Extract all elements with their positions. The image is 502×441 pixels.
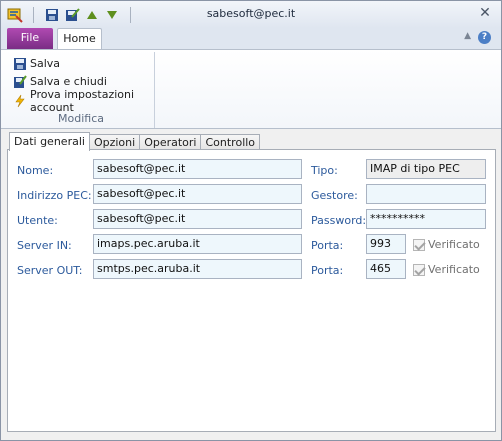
salva-e-chiudi-label: Salva e chiudi — [30, 75, 107, 88]
password-label: Password: — [311, 214, 367, 227]
server-out-field[interactable]: smtps.pec.aruba.it — [93, 259, 302, 279]
save-close-icon — [13, 74, 27, 89]
app-window: sabesoft@pec.it ✕ File Home ▲ ? Salva Sa… — [0, 0, 502, 441]
prova-impostazioni-button[interactable]: Prova impostazioni account — [13, 88, 154, 114]
content-area: Dati generali Opzioni Operatori Controll… — [1, 129, 501, 440]
porta-in-label: Porta: — [311, 239, 344, 252]
server-in-field[interactable]: imaps.pec.aruba.it — [93, 234, 302, 254]
verificato-out-label: Verificato — [428, 263, 480, 276]
title-bar: sabesoft@pec.it ✕ — [1, 1, 501, 28]
ribbon-body: Salva Salva e chiudi Prova impostazioni … — [1, 49, 501, 129]
salva-button[interactable]: Salva — [13, 55, 60, 72]
close-icon[interactable]: ✕ — [478, 6, 492, 20]
server-out-label: Server OUT: — [17, 264, 83, 277]
porta-out-field[interactable]: 465 — [366, 259, 406, 279]
utente-label: Utente: — [17, 214, 58, 227]
nome-field[interactable]: sabesoft@pec.it — [93, 159, 302, 179]
tab-home[interactable]: Home — [57, 28, 102, 50]
checkbox-checked-icon — [413, 263, 425, 276]
ribbon-tab-strip: File Home — [1, 28, 501, 50]
save-icon — [13, 57, 27, 71]
checkbox-checked-icon — [413, 238, 425, 251]
ribbon-group-label: Modifica — [58, 112, 104, 125]
salva-label: Salva — [30, 57, 61, 70]
indirizzo-pec-field[interactable]: sabesoft@pec.it — [93, 184, 302, 204]
indirizzo-pec-label: Indirizzo PEC: — [17, 189, 92, 202]
ribbon-collapse-icon[interactable]: ▲ — [464, 31, 471, 41]
dati-generali-panel: Nome: sabesoft@pec.it Indirizzo PEC: sab… — [7, 149, 496, 432]
ribbon-group-modifica: Salva Salva e chiudi Prova impostazioni … — [7, 52, 155, 128]
settings-tabs: Dati generali Opzioni Operatori Controll… — [9, 132, 261, 151]
porta-in-field[interactable]: 993 — [366, 234, 406, 254]
gestore-label: Gestore: — [311, 189, 358, 202]
window-title: sabesoft@pec.it — [206, 7, 296, 20]
verificato-in-label: Verificato — [428, 238, 480, 251]
password-field[interactable]: ********** — [366, 209, 486, 229]
tipo-label: Tipo: — [311, 164, 338, 177]
verificato-in-checkbox[interactable]: Verificato — [413, 238, 480, 251]
lightning-icon — [13, 94, 27, 108]
porta-out-label: Porta: — [311, 264, 344, 277]
prova-impostazioni-label: Prova impostazioni account — [30, 87, 135, 114]
utente-field[interactable]: sabesoft@pec.it — [93, 209, 302, 229]
gestore-field[interactable] — [366, 184, 486, 204]
verificato-out-checkbox[interactable]: Verificato — [413, 263, 480, 276]
help-icon[interactable]: ? — [478, 31, 491, 44]
tab-dati-generali[interactable]: Dati generali — [9, 132, 90, 151]
nome-label: Nome: — [17, 164, 54, 177]
tipo-field[interactable]: IMAP di tipo PEC — [366, 159, 486, 179]
tab-file[interactable]: File — [7, 28, 53, 49]
server-in-label: Server IN: — [17, 239, 72, 252]
